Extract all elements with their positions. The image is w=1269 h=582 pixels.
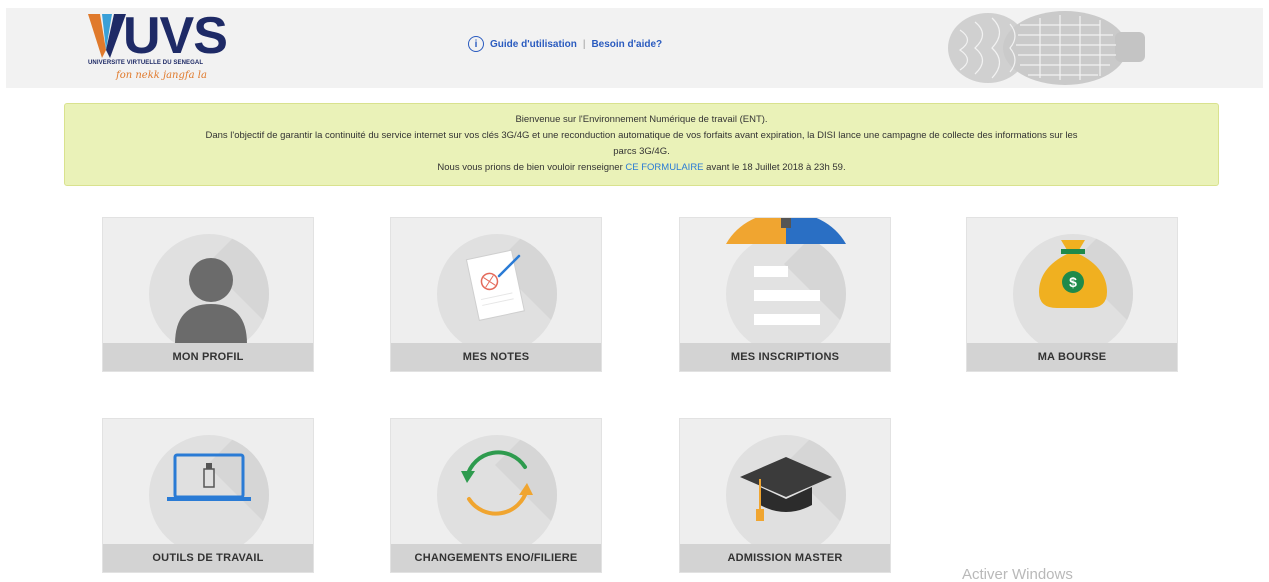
- link-separator: |: [582, 38, 586, 50]
- tile-label: CHANGEMENTS ENO/FILIERE: [391, 544, 601, 572]
- tile-label: MES INSCRIPTIONS: [680, 343, 890, 371]
- notice-text-after-link: avant le 18 Juillet 2018 à 23h 59.: [703, 162, 846, 173]
- notice-line-4: Nous vous prions de bien vouloir renseig…: [65, 160, 1218, 176]
- tile-mes-notes[interactable]: MES NOTES: [390, 217, 602, 372]
- notice-text-before-link: Nous vous prions de bien vouloir renseig…: [437, 162, 626, 173]
- help-link[interactable]: Besoin d'aide?: [591, 39, 662, 50]
- header-bar: UVS UNIVERSITE VIRTUELLE DU SENEGAL fon …: [6, 7, 1263, 88]
- tile-changements-eno-filiere[interactable]: CHANGEMENTS ENO/FILIERE: [390, 418, 602, 573]
- logo-subtitle: UNIVERSITE VIRTUELLE DU SENEGAL: [88, 60, 204, 66]
- tile-label: MA BOURSE: [967, 343, 1177, 371]
- brain-circuit-icon: [948, 11, 1145, 85]
- announcement-banner: Bienvenue sur l'Environnement Numérique …: [64, 103, 1219, 186]
- tile-admission-master[interactable]: ADMISSION MASTER: [679, 418, 891, 573]
- uvs-logo-mark: [88, 14, 126, 58]
- tile-outils-de-travail[interactable]: OUTILS DE TRAVAIL: [102, 418, 314, 573]
- tile-mon-profil[interactable]: MON PROFIL: [102, 217, 314, 372]
- info-icon: i: [468, 36, 484, 52]
- form-link[interactable]: CE FORMULAIRE: [625, 162, 703, 173]
- windows-activation-watermark: Activer Windows: [962, 566, 1073, 582]
- notice-line-3: parcs 3G/4G.: [613, 146, 670, 157]
- tile-label: MES NOTES: [391, 343, 601, 371]
- tile-mes-inscriptions[interactable]: MES INSCRIPTIONS: [679, 217, 891, 372]
- svg-text:$: $: [1069, 274, 1077, 290]
- guide-link[interactable]: Guide d'utilisation: [490, 39, 577, 50]
- help-links: i Guide d'utilisation | Besoin d'aide?: [468, 36, 662, 52]
- tile-ma-bourse[interactable]: $ MA BOURSE: [966, 217, 1178, 372]
- notice-line-2: Dans l'objectif de garantir la continuit…: [205, 130, 1078, 141]
- tile-label: ADMISSION MASTER: [680, 544, 890, 572]
- logo-slogan: fon nekk jangfa la: [116, 70, 207, 81]
- tile-label: MON PROFIL: [103, 343, 313, 371]
- notice-line-1: Bienvenue sur l'Environnement Numérique …: [515, 114, 768, 125]
- tile-label: OUTILS DE TRAVAIL: [103, 544, 313, 572]
- uvs-logo[interactable]: UVS UNIVERSITE VIRTUELLE DU SENEGAL fon …: [88, 7, 238, 88]
- logo-text: UVS: [123, 7, 228, 65]
